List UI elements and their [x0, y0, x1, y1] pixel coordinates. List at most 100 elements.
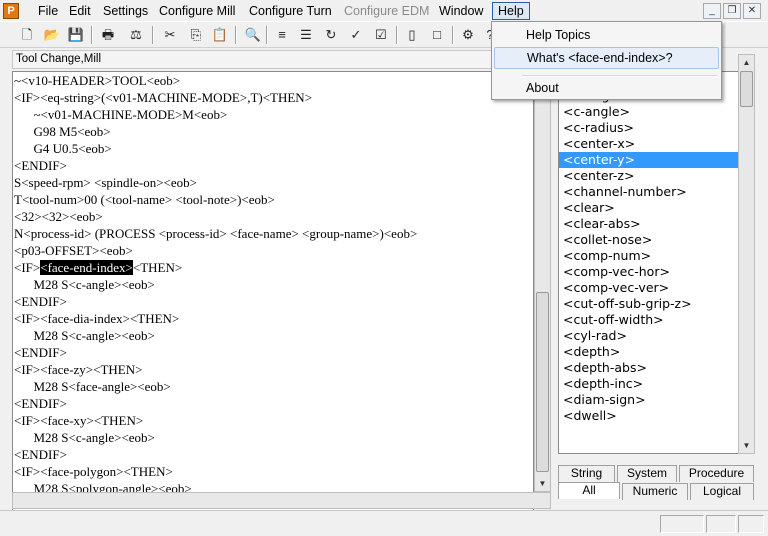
code-line[interactable]: ~<v01-MACHINE-MODE>M<eob>	[13, 106, 533, 123]
menu-item-help-topics[interactable]: Help Topics	[494, 24, 719, 46]
menu-window[interactable]: Window	[434, 2, 488, 20]
code-text: <IF>	[14, 260, 41, 275]
keyword-item[interactable]: <diam-sign>	[559, 392, 753, 408]
code-line[interactable]: <ENDIF>	[13, 395, 533, 412]
close-icon[interactable]: ✕	[743, 3, 761, 19]
keyword-item-selected[interactable]: <center-y>	[559, 152, 753, 168]
document-tab-label: Tool Change,Mill	[12, 50, 552, 69]
tool-icon[interactable]: ⚙	[458, 25, 478, 45]
code-line[interactable]: <IF><face-zy><THEN>	[13, 361, 533, 378]
replace-icon[interactable]: ↻	[321, 25, 341, 45]
keyword-item[interactable]: <dwell>	[559, 408, 753, 424]
editor-horizontal-scrollbar[interactable]	[12, 492, 551, 509]
code-text: <THEN>	[132, 260, 183, 275]
new-file-icon[interactable]: 🗋	[17, 25, 37, 45]
code-line[interactable]: <ENDIF>	[13, 157, 533, 174]
menu-settings[interactable]: Settings	[98, 2, 153, 20]
open-folder-icon[interactable]: 📂	[42, 25, 62, 45]
keyword-item[interactable]: <c-angle>	[559, 104, 753, 120]
tab-logical[interactable]: Logical	[690, 483, 754, 500]
code-line[interactable]: M28 S<face-angle><eob>	[13, 378, 533, 395]
align-icon[interactable]: ≡	[272, 25, 292, 45]
menu-file[interactable]: File	[33, 2, 63, 20]
save-icon[interactable]: 💾	[66, 25, 86, 45]
toolbar-separator	[266, 26, 268, 44]
scroll-down-icon[interactable]: ▼	[739, 438, 754, 453]
menu-item-whats-this[interactable]: What's <face-end-index>?	[494, 47, 719, 69]
menu-configure-mill[interactable]: Configure Mill	[154, 2, 240, 20]
spellcheck-icon[interactable]: ✓	[346, 25, 366, 45]
code-line[interactable]: <IF><eq-string>(<v01-MACHINE-MODE>,T)<TH…	[13, 89, 533, 106]
scroll-thumb[interactable]	[536, 292, 549, 472]
menu-help[interactable]: Help	[492, 2, 530, 20]
paste-icon[interactable]: 📋	[210, 25, 230, 45]
code-line[interactable]: S<speed-rpm> <spindle-on><eob>	[13, 174, 533, 191]
code-line[interactable]: T<tool-num>00 (<tool-name> <tool-note>)<…	[13, 191, 533, 208]
scroll-down-icon[interactable]: ▼	[535, 476, 550, 491]
app-logo-icon[interactable]: P	[3, 3, 19, 19]
tab-string[interactable]: String	[558, 465, 615, 482]
menu-item-about[interactable]: About	[494, 77, 719, 99]
code-line[interactable]: <ENDIF>	[13, 446, 533, 463]
keyword-item[interactable]: <c-radius>	[559, 120, 753, 136]
keyword-item[interactable]: <comp-vec-hor>	[559, 264, 753, 280]
code-line[interactable]: <IF><face-xy><THEN>	[13, 412, 533, 429]
minimize-icon[interactable]: _	[703, 3, 721, 19]
keyword-item[interactable]: <comp-num>	[559, 248, 753, 264]
scroll-up-icon[interactable]: ▲	[739, 55, 754, 70]
code-line[interactable]: <ENDIF>	[13, 293, 533, 310]
code-line-selected[interactable]: <IF><face-end-index><THEN>	[13, 259, 533, 276]
keyword-item[interactable]: <clear-abs>	[559, 216, 753, 232]
keyword-item[interactable]: <cut-off-sub-grip-z>	[559, 296, 753, 312]
tab-numeric[interactable]: Numeric	[622, 483, 688, 500]
keyword-item[interactable]: <channel-number>	[559, 184, 753, 200]
justify-icon[interactable]: ☰	[296, 25, 316, 45]
keyword-item[interactable]: <center-x>	[559, 136, 753, 152]
keyword-item[interactable]: <depth-abs>	[559, 360, 753, 376]
check-icon[interactable]: ☑	[371, 25, 391, 45]
keyword-item[interactable]: <cut-off-width>	[559, 312, 753, 328]
editor-vertical-scrollbar[interactable]: ▲ ▼	[534, 71, 551, 492]
toolbar-separator	[91, 26, 93, 44]
keyword-list-scrollbar[interactable]: ▲ ▼	[738, 54, 755, 454]
tab-all[interactable]: All	[558, 482, 620, 499]
code-editor[interactable]: ~<v10-HEADER>TOOL<eob> <IF><eq-string>(<…	[12, 71, 534, 511]
code-line[interactable]: M28 S<c-angle><eob>	[13, 429, 533, 446]
keyword-item[interactable]: <cyl-rad>	[559, 328, 753, 344]
keyword-item[interactable]: <depth>	[559, 344, 753, 360]
keyword-item[interactable]: <depth-inc>	[559, 376, 753, 392]
menu-configure-edm: Configure EDM	[344, 4, 430, 18]
code-line[interactable]: <p03-OFFSET><eob>	[13, 242, 533, 259]
code-line[interactable]: <IF><face-polygon><THEN>	[13, 463, 533, 480]
code-line[interactable]: M28 S<c-angle><eob>	[13, 276, 533, 293]
tab-system[interactable]: System	[617, 465, 677, 482]
code-line[interactable]: <ENDIF>	[13, 344, 533, 361]
keyword-item[interactable]: <comp-vec-ver>	[559, 280, 753, 296]
keyword-item[interactable]: <center-z>	[559, 168, 753, 184]
code-line[interactable]: <IF><face-dia-index><THEN>	[13, 310, 533, 327]
code-line[interactable]: G4 U0.5<eob>	[13, 140, 533, 157]
keyword-list[interactable]: <arc-z> <b-angle> <c-angle> <c-radius> <…	[558, 71, 754, 454]
panel-icon[interactable]: ▯	[402, 25, 422, 45]
keyword-item[interactable]: <clear>	[559, 200, 753, 216]
code-line[interactable]: G98 M5<eob>	[13, 123, 533, 140]
code-line[interactable]: ~<v10-HEADER>TOOL<eob>	[13, 72, 533, 89]
code-line[interactable]: <32><32><eob>	[13, 208, 533, 225]
scroll-thumb[interactable]	[740, 71, 753, 107]
keyword-item[interactable]: <collet-nose>	[559, 232, 753, 248]
tab-procedure[interactable]: Procedure	[679, 465, 754, 482]
find-icon[interactable]: 🔍	[243, 25, 263, 45]
code-line[interactable]: N<process-id> (PROCESS <process-id> <fac…	[13, 225, 533, 242]
menu-configure-turn[interactable]: Configure Turn	[244, 2, 337, 20]
restore-icon[interactable]: ❐	[723, 3, 741, 19]
balance-icon[interactable]: ⚖	[126, 25, 146, 45]
menu-edit[interactable]: Edit	[64, 2, 96, 20]
selected-text[interactable]: <face-end-index>	[40, 260, 133, 275]
copy-icon[interactable]: ⎘	[186, 25, 206, 45]
code-line[interactable]: M28 S<c-angle><eob>	[13, 327, 533, 344]
window-icon[interactable]: □	[427, 25, 447, 45]
cut-icon[interactable]: ✂	[160, 25, 180, 45]
resize-grip-icon[interactable]	[738, 515, 764, 533]
print-icon[interactable]: 🖶	[98, 25, 118, 45]
toolbar-separator	[396, 26, 398, 44]
